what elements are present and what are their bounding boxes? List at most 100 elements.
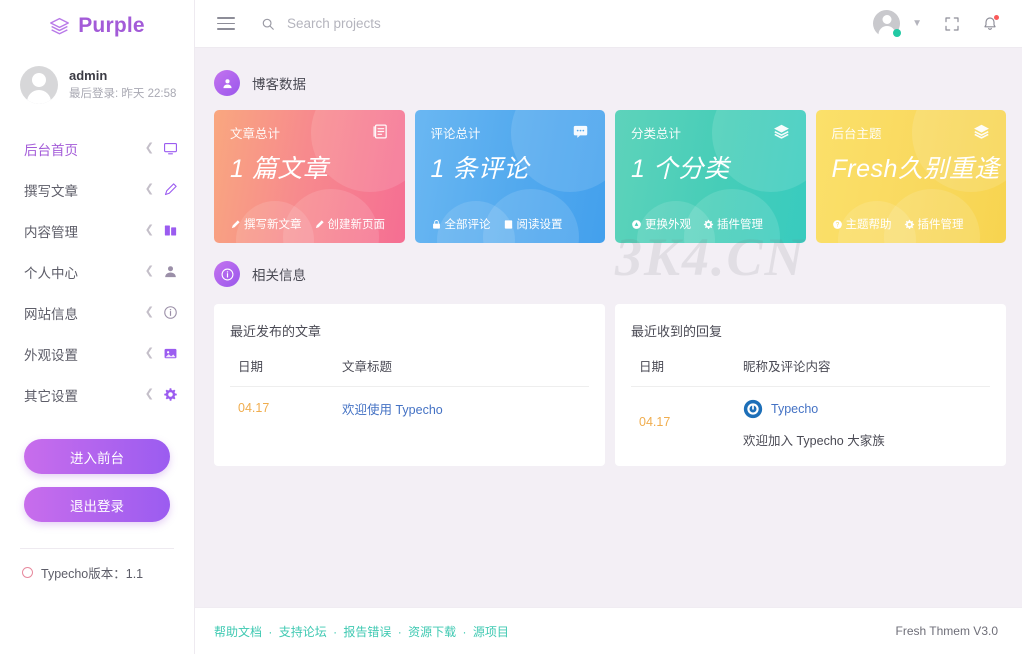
comment-author-link[interactable]: Typecho [771,402,818,416]
card-link-plugin-manage[interactable]: 插件管理 [904,216,964,232]
profile-name: admin [69,68,108,84]
card-link-plugin-manage[interactable]: 插件管理 [703,216,763,232]
card-links: 更换外观 插件管理 [631,216,763,232]
stat-card-comments[interactable]: 评论总计 1 条评论 全部评论 阅读设置 [414,110,605,243]
layers-icon [50,17,70,34]
card-link-all-comments[interactable]: 全部评论 [431,216,491,232]
sidebar-item-label: 外观设置 [24,347,78,363]
chevron-left-icon: ❮ [144,183,154,195]
card-links: 撰写新文章 创建新页面 [230,216,385,232]
footer-link-report-bug[interactable]: 报告错误 [343,625,391,639]
sidebar-nav: 后台首页 ❮ 撰写文章 ❮ 内容管理 ❮ 个人中心 ❮ 网站信息 ❮ 外观设置 … [0,120,194,415]
panel-recent-comments: 最近收到的回复 日期 昵称及评论内容 04.17 Typecho 欢迎加入 Ty… [615,304,1006,466]
footer-link-source[interactable]: 源项目 [473,625,509,639]
brand-name: Purple [78,14,145,37]
footer-separator: · [268,624,273,639]
sidebar-item-content-manage[interactable]: 内容管理 ❮ [0,210,194,251]
column-header-content: 昵称及评论内容 [743,356,990,387]
footer-link-forum[interactable]: 支持论坛 [279,625,327,639]
card-value: Fresh久别重逢 [831,155,1000,183]
cell-date: 04.17 [631,387,743,450]
panel-recent-posts: 最近发布的文章 日期 文章标题 04.17 欢迎使用 Typecho [214,304,605,466]
sidebar-item-dashboard[interactable]: 后台首页 ❮ [0,128,194,169]
fullscreen-icon[interactable] [944,16,960,32]
user-icon [165,266,176,278]
card-link-label: 创建新页面 [327,219,386,231]
card-label: 后台主题 [831,127,882,141]
sidebar-item-site-info[interactable]: 网站信息 ❮ [0,292,194,333]
panel-title: 最近发布的文章 [230,324,322,339]
chevron-left-icon: ❮ [144,347,154,359]
article-icon [372,124,387,139]
profile-text: admin 最后登录: 昨天 22:58 [69,67,176,102]
version-info: Typecho版本：1.1 [0,549,194,582]
footer-separator: · [397,624,402,639]
info-icon [164,306,177,319]
notifications-button[interactable] [982,14,999,32]
version-label: Typecho版本：1.1 [41,567,144,581]
sidebar-item-other-settings[interactable]: 其它设置 ❮ [0,374,194,415]
card-link-change-theme[interactable]: 更换外观 [631,216,691,232]
sidebar: Purple admin 最后登录: 昨天 22:58 后台首页 ❮ 撰写文章 … [0,0,195,654]
card-links: 全部评论 阅读设置 [431,216,563,232]
card-link-write-post[interactable]: 撰写新文章 [230,216,302,232]
gear-icon [904,219,914,229]
question-icon: ? [832,219,842,229]
recent-comments-table: 日期 昵称及评论内容 04.17 Typecho 欢迎加入 Typecho 大家… [631,356,990,449]
cell-date: 04.17 [230,387,342,420]
footer-separator: · [333,624,338,639]
chevron-down-icon[interactable]: ▼ [912,18,922,29]
column-header-date: 日期 [230,356,342,387]
avatar [20,66,58,104]
footer-version: Fresh Thmem V3.0 [895,624,998,638]
sidebar-item-write-post[interactable]: 撰写文章 ❮ [0,169,194,210]
typecho-avatar-icon [743,399,763,419]
user-circle-icon [214,70,240,96]
logout-button[interactable]: 退出登录 [24,487,170,522]
profile-last-login: 最后登录: 昨天 22:58 [69,88,177,101]
panel-title: 最近收到的回复 [631,324,723,339]
card-link-theme-help[interactable]: ? 主题帮助 [832,216,892,232]
sidebar-item-profile-center[interactable]: 个人中心 ❮ [0,251,194,292]
section-title: 博客数据 [252,77,306,92]
chevron-left-icon: ❮ [144,265,154,277]
section-blog-data-header: 博客数据 [214,70,1006,96]
online-status-dot [893,29,902,37]
footer-link-downloads[interactable]: 资源下载 [408,625,456,639]
avatar[interactable] [873,10,902,39]
sidebar-item-label: 后台首页 [24,142,78,158]
card-link-create-page[interactable]: 创建新页面 [314,216,386,232]
search-input[interactable] [287,16,547,31]
footer-links: 帮助文档 · 支持论坛 · 报告错误 · 资源下载 · 源项目 [214,623,509,640]
stat-card-posts[interactable]: 文章总计 1 篇文章 撰写新文章 创建新页面 [214,110,405,243]
cell-title: 欢迎使用 Typecho [342,387,589,420]
stat-card-categories[interactable]: 分类总计 1 个分类 更换外观 插件管理 [615,110,806,243]
go-frontend-button[interactable]: 进入前台 [24,439,170,474]
image-icon [164,348,177,359]
book-icon [164,225,177,236]
comment-icon [573,125,588,138]
card-value: 1 条评论 [430,155,529,183]
hamburger-icon[interactable] [217,17,235,30]
user-profile[interactable]: admin 最后登录: 昨天 22:58 [0,48,194,120]
post-date: 04.17 [238,401,270,415]
footer-link-help[interactable]: 帮助文档 [214,625,262,639]
card-label: 评论总计 [430,127,481,141]
post-title-link[interactable]: 欢迎使用 Typecho [342,403,443,417]
sidebar-item-label: 个人中心 [24,265,78,281]
stat-card-theme[interactable]: 后台主题 Fresh久别重逢 ? 主题帮助 插件管理 [815,110,1006,243]
card-link-reading-settings[interactable]: 阅读设置 [503,216,563,232]
sidebar-item-appearance[interactable]: 外观设置 ❮ [0,333,194,374]
pencil-icon [315,219,324,228]
brand-logo[interactable]: Purple [0,0,194,48]
card-link-label: 阅读设置 [516,219,563,231]
main-area: ▼ [195,0,1022,654]
footer: 帮助文档 · 支持论坛 · 报告错误 · 资源下载 · 源项目 Fresh Th… [195,607,1022,654]
card-link-label: 撰写新文章 [244,219,302,231]
comment-text: 欢迎加入 Typecho 大家族 [743,434,885,448]
card-link-label: 主题帮助 [845,219,892,231]
card-label: 文章总计 [230,127,281,141]
search-box[interactable] [261,16,873,31]
search-icon[interactable] [261,17,275,31]
monitor-icon [164,142,177,155]
